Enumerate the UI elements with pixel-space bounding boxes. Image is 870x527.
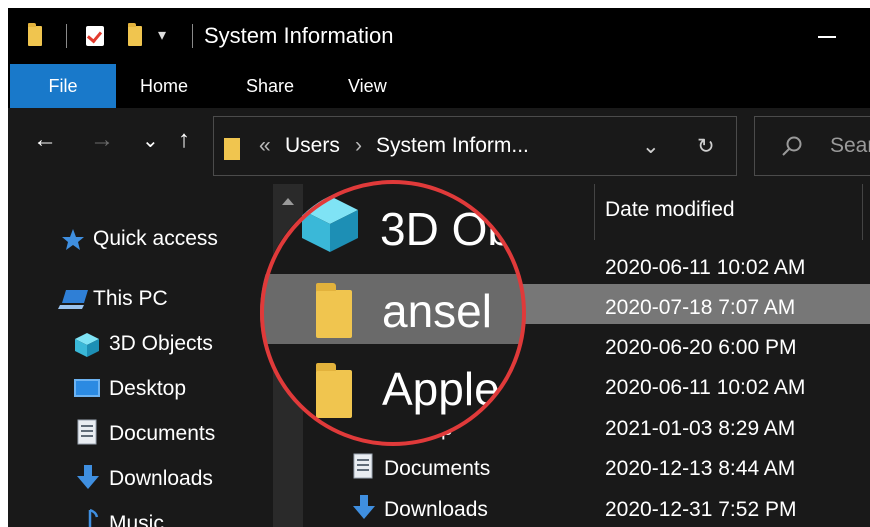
3d-objects-icon	[302, 196, 358, 252]
address-bar[interactable]: « Users › System Inform... ⌄ ↻	[213, 116, 737, 176]
folder-icon	[224, 138, 240, 160]
tab-home[interactable]: Home	[140, 64, 188, 108]
music-icon	[88, 508, 99, 527]
quick-access-toolbar-dropdown-icon[interactable]: ▾	[158, 25, 166, 45]
window-title: System Information	[204, 23, 394, 48]
title-separator	[66, 24, 67, 48]
magnifier-lens: 3D Ob ansel Apple	[260, 180, 524, 444]
recent-locations-icon[interactable]: ⌄	[142, 128, 159, 153]
breadcrumb-system-information[interactable]: System Inform...	[376, 134, 529, 158]
documents-icon	[77, 419, 97, 445]
folder-icon	[316, 283, 352, 338]
date-cell: 2020-06-11 10:02 AM	[605, 376, 806, 399]
date-cell: 2020-06-11 10:02 AM	[605, 256, 806, 279]
date-cell: 2020-12-13 8:44 AM	[605, 457, 796, 480]
breadcrumb-overflow[interactable]: «	[259, 134, 271, 158]
date-cell: 2020-07-18 7:07 AM	[605, 296, 796, 319]
sidebar-item-documents[interactable]: Documents	[109, 422, 215, 446]
column-header-date-modified[interactable]: Date modified	[605, 198, 735, 222]
search-box[interactable]: Sear	[754, 116, 870, 176]
date-cell: 2020-12-31 7:52 PM	[605, 498, 797, 521]
tab-share[interactable]: Share	[246, 64, 294, 108]
file-name-documents[interactable]: Documents	[384, 457, 490, 481]
sidebar-item-3d-objects[interactable]: 3D Objects	[109, 332, 213, 356]
search-icon	[782, 136, 802, 156]
file-explorer-window: ▾ System Information File Home Share Vie…	[8, 8, 870, 527]
column-divider[interactable]	[862, 184, 863, 240]
sidebar-item-music[interactable]: Music	[109, 512, 164, 527]
properties-check-icon[interactable]	[86, 26, 104, 46]
sidebar-item-this-pc[interactable]: This PC	[93, 287, 168, 311]
tab-file[interactable]: File	[10, 64, 116, 108]
address-dropdown-icon[interactable]: ⌄	[642, 134, 660, 159]
magnified-item-3d-objects: 3D Ob	[380, 203, 513, 255]
navigation-bar: ← → ⌄ ↑ « Users › System Inform... ⌄ ↻ S…	[8, 108, 870, 184]
tab-view[interactable]: View	[348, 64, 387, 108]
folder-icon	[316, 363, 352, 418]
desktop-icon	[74, 379, 100, 397]
ribbon-tabs: File Home Share View	[8, 64, 870, 108]
sidebar-item-desktop[interactable]: Desktop	[109, 377, 186, 401]
star-icon	[62, 229, 84, 250]
breadcrumb-separator: ›	[355, 134, 362, 157]
sidebar-item-quick-access[interactable]: Quick access	[93, 227, 218, 251]
search-placeholder: Sear	[830, 134, 870, 157]
scroll-up-arrow-icon[interactable]	[282, 198, 294, 205]
new-folder-icon[interactable]	[128, 23, 142, 46]
breadcrumb-users[interactable]: Users	[285, 134, 340, 158]
downloads-icon	[77, 465, 99, 489]
up-icon[interactable]: ↑	[178, 126, 190, 154]
title-bar: ▾ System Information	[8, 8, 870, 64]
3d-objects-icon	[75, 333, 99, 357]
sidebar-item-downloads[interactable]: Downloads	[109, 467, 213, 491]
computer-icon	[58, 290, 88, 309]
documents-icon	[353, 453, 373, 479]
back-icon[interactable]: ←	[33, 126, 57, 154]
title-separator	[192, 24, 193, 48]
date-cell: 2021-01-03 8:29 AM	[605, 417, 796, 440]
forward-icon[interactable]: →	[90, 126, 114, 154]
downloads-icon	[353, 495, 375, 519]
minimize-icon[interactable]	[818, 36, 836, 38]
refresh-icon[interactable]: ↻	[697, 134, 715, 159]
column-divider[interactable]	[594, 184, 595, 240]
date-cell: 2020-06-20 6:00 PM	[605, 336, 797, 359]
magnified-item-apple: Apple	[382, 363, 500, 415]
magnified-item-ansel: ansel	[382, 285, 492, 337]
file-name-downloads[interactable]: Downloads	[384, 498, 488, 522]
folder-icon	[28, 23, 42, 46]
